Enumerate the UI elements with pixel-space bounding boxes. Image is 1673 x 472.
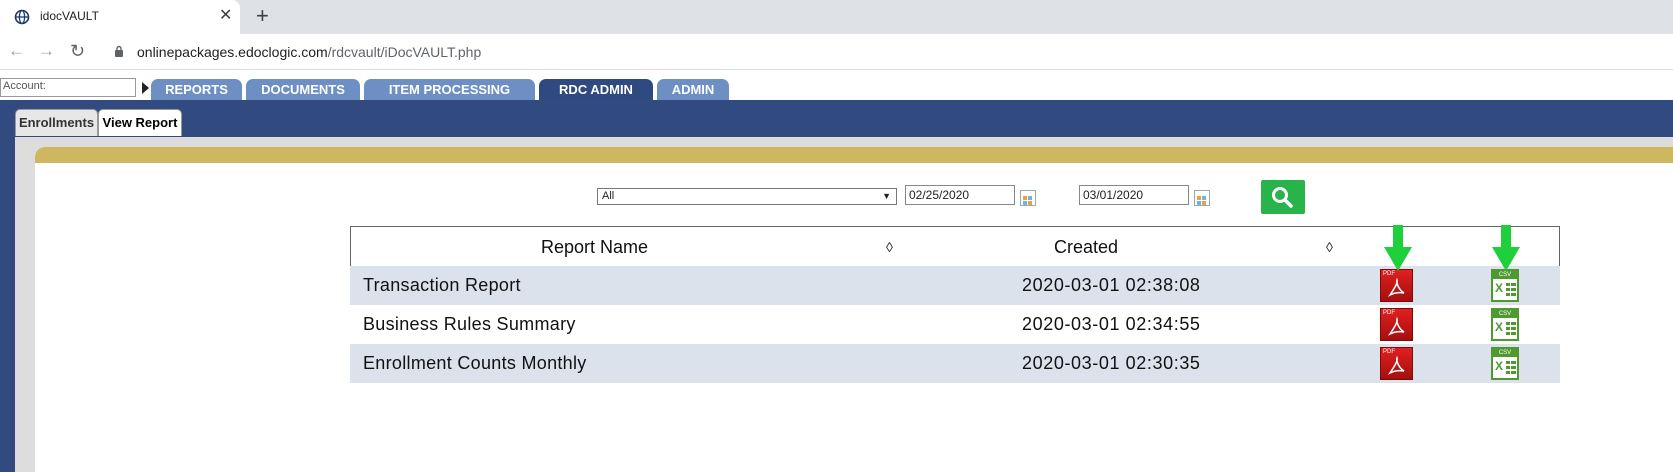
arrow-down-icon	[1384, 225, 1412, 271]
table-row: Enrollment Counts Monthly 2020-03-01 02:…	[350, 344, 1560, 383]
back-arrow-icon[interactable]: ←	[8, 42, 25, 60]
column-header-report-name[interactable]: Report Name	[541, 237, 648, 258]
created-cell: 2020-03-01 02:34:55	[1022, 314, 1201, 334]
browser-tab[interactable]: idocVAULT ✕	[0, 0, 240, 34]
search-icon	[1272, 187, 1293, 208]
address-bar: ← → ↻ onlinepackages.edoclogic.com/rdcva…	[0, 34, 1673, 70]
browser-tab-strip: idocVAULT ✕ +	[0, 0, 1673, 34]
table-header: Report Name ◊ Created ◊	[350, 226, 1560, 266]
report-name-cell[interactable]: Enrollment Counts Monthly	[363, 353, 587, 374]
pdf-download-icon[interactable]: PDF	[1380, 347, 1413, 380]
report-type-value: All	[602, 190, 615, 202]
start-date-input[interactable]: 02/25/2020	[905, 185, 1015, 205]
grid-icon	[1506, 283, 1516, 296]
csv-download-icon[interactable]: CSV X	[1491, 308, 1519, 341]
lock-icon[interactable]	[114, 45, 124, 57]
report-name-cell[interactable]: Transaction Report	[363, 275, 521, 296]
url-path: /rdcvault/iDocVAULT.php	[327, 44, 482, 60]
sort-created-icon[interactable]: ◊	[1326, 239, 1333, 255]
search-button[interactable]	[1261, 180, 1305, 214]
globe-icon	[14, 9, 30, 25]
subtab-view-report[interactable]: View Report	[98, 109, 182, 136]
table-row: Transaction Report 2020-03-01 02:38:08 P…	[350, 266, 1560, 305]
arrow-down-icon	[1492, 225, 1520, 271]
forward-arrow-icon[interactable]: →	[38, 42, 55, 60]
subtab-enrollments[interactable]: Enrollments	[15, 109, 98, 136]
chevron-down-icon: ▼	[882, 191, 891, 201]
browser-tab-title: idocVAULT	[40, 9, 99, 23]
panel-header-band	[35, 147, 1673, 163]
nav-tab-reports[interactable]: REPORTS	[151, 79, 242, 100]
acrobat-icon	[1387, 278, 1405, 297]
close-tab-icon[interactable]: ✕	[219, 8, 232, 24]
sort-report-name-icon[interactable]: ◊	[886, 239, 893, 255]
calendar-icon[interactable]	[1020, 190, 1036, 206]
created-cell: 2020-03-01 02:30:35	[1022, 353, 1201, 373]
nav-tab-documents[interactable]: DOCUMENTS	[246, 79, 360, 100]
acrobat-icon	[1387, 356, 1405, 375]
account-input[interactable]: Account:	[0, 78, 136, 97]
column-header-created[interactable]: Created	[1054, 237, 1118, 258]
grid-icon	[1506, 322, 1516, 335]
url-field[interactable]: onlinepackages.edoclogic.com/rdcvault/iD…	[137, 44, 481, 60]
report-name-cell[interactable]: Business Rules Summary	[363, 314, 576, 335]
pdf-download-icon[interactable]: PDF	[1380, 269, 1413, 302]
csv-download-icon[interactable]: CSV X	[1491, 269, 1519, 302]
pdf-download-icon[interactable]: PDF	[1380, 308, 1413, 341]
created-cell: 2020-03-01 02:38:08	[1022, 275, 1201, 295]
grid-icon	[1506, 361, 1516, 374]
app-nav-row: Account: REPORTS DOCUMENTS ITEM PROCESSI…	[0, 70, 1673, 100]
calendar-icon[interactable]	[1194, 190, 1210, 206]
new-tab-icon[interactable]: +	[256, 5, 269, 27]
url-host: onlinepackages.edoclogic.com	[137, 44, 328, 60]
report-type-select[interactable]: All ▼	[597, 188, 897, 205]
nav-tab-admin[interactable]: ADMIN	[657, 79, 729, 100]
play-arrow-icon[interactable]	[142, 82, 149, 94]
acrobat-icon	[1387, 317, 1405, 336]
end-date-input[interactable]: 03/01/2020	[1079, 185, 1189, 205]
nav-tab-item-processing[interactable]: ITEM PROCESSING	[364, 79, 535, 100]
csv-download-icon[interactable]: CSV X	[1491, 347, 1519, 380]
reload-icon[interactable]: ↻	[70, 42, 85, 60]
nav-tab-rdc-admin[interactable]: RDC ADMIN	[539, 79, 653, 100]
table-row: Business Rules Summary 2020-03-01 02:34:…	[350, 305, 1560, 344]
